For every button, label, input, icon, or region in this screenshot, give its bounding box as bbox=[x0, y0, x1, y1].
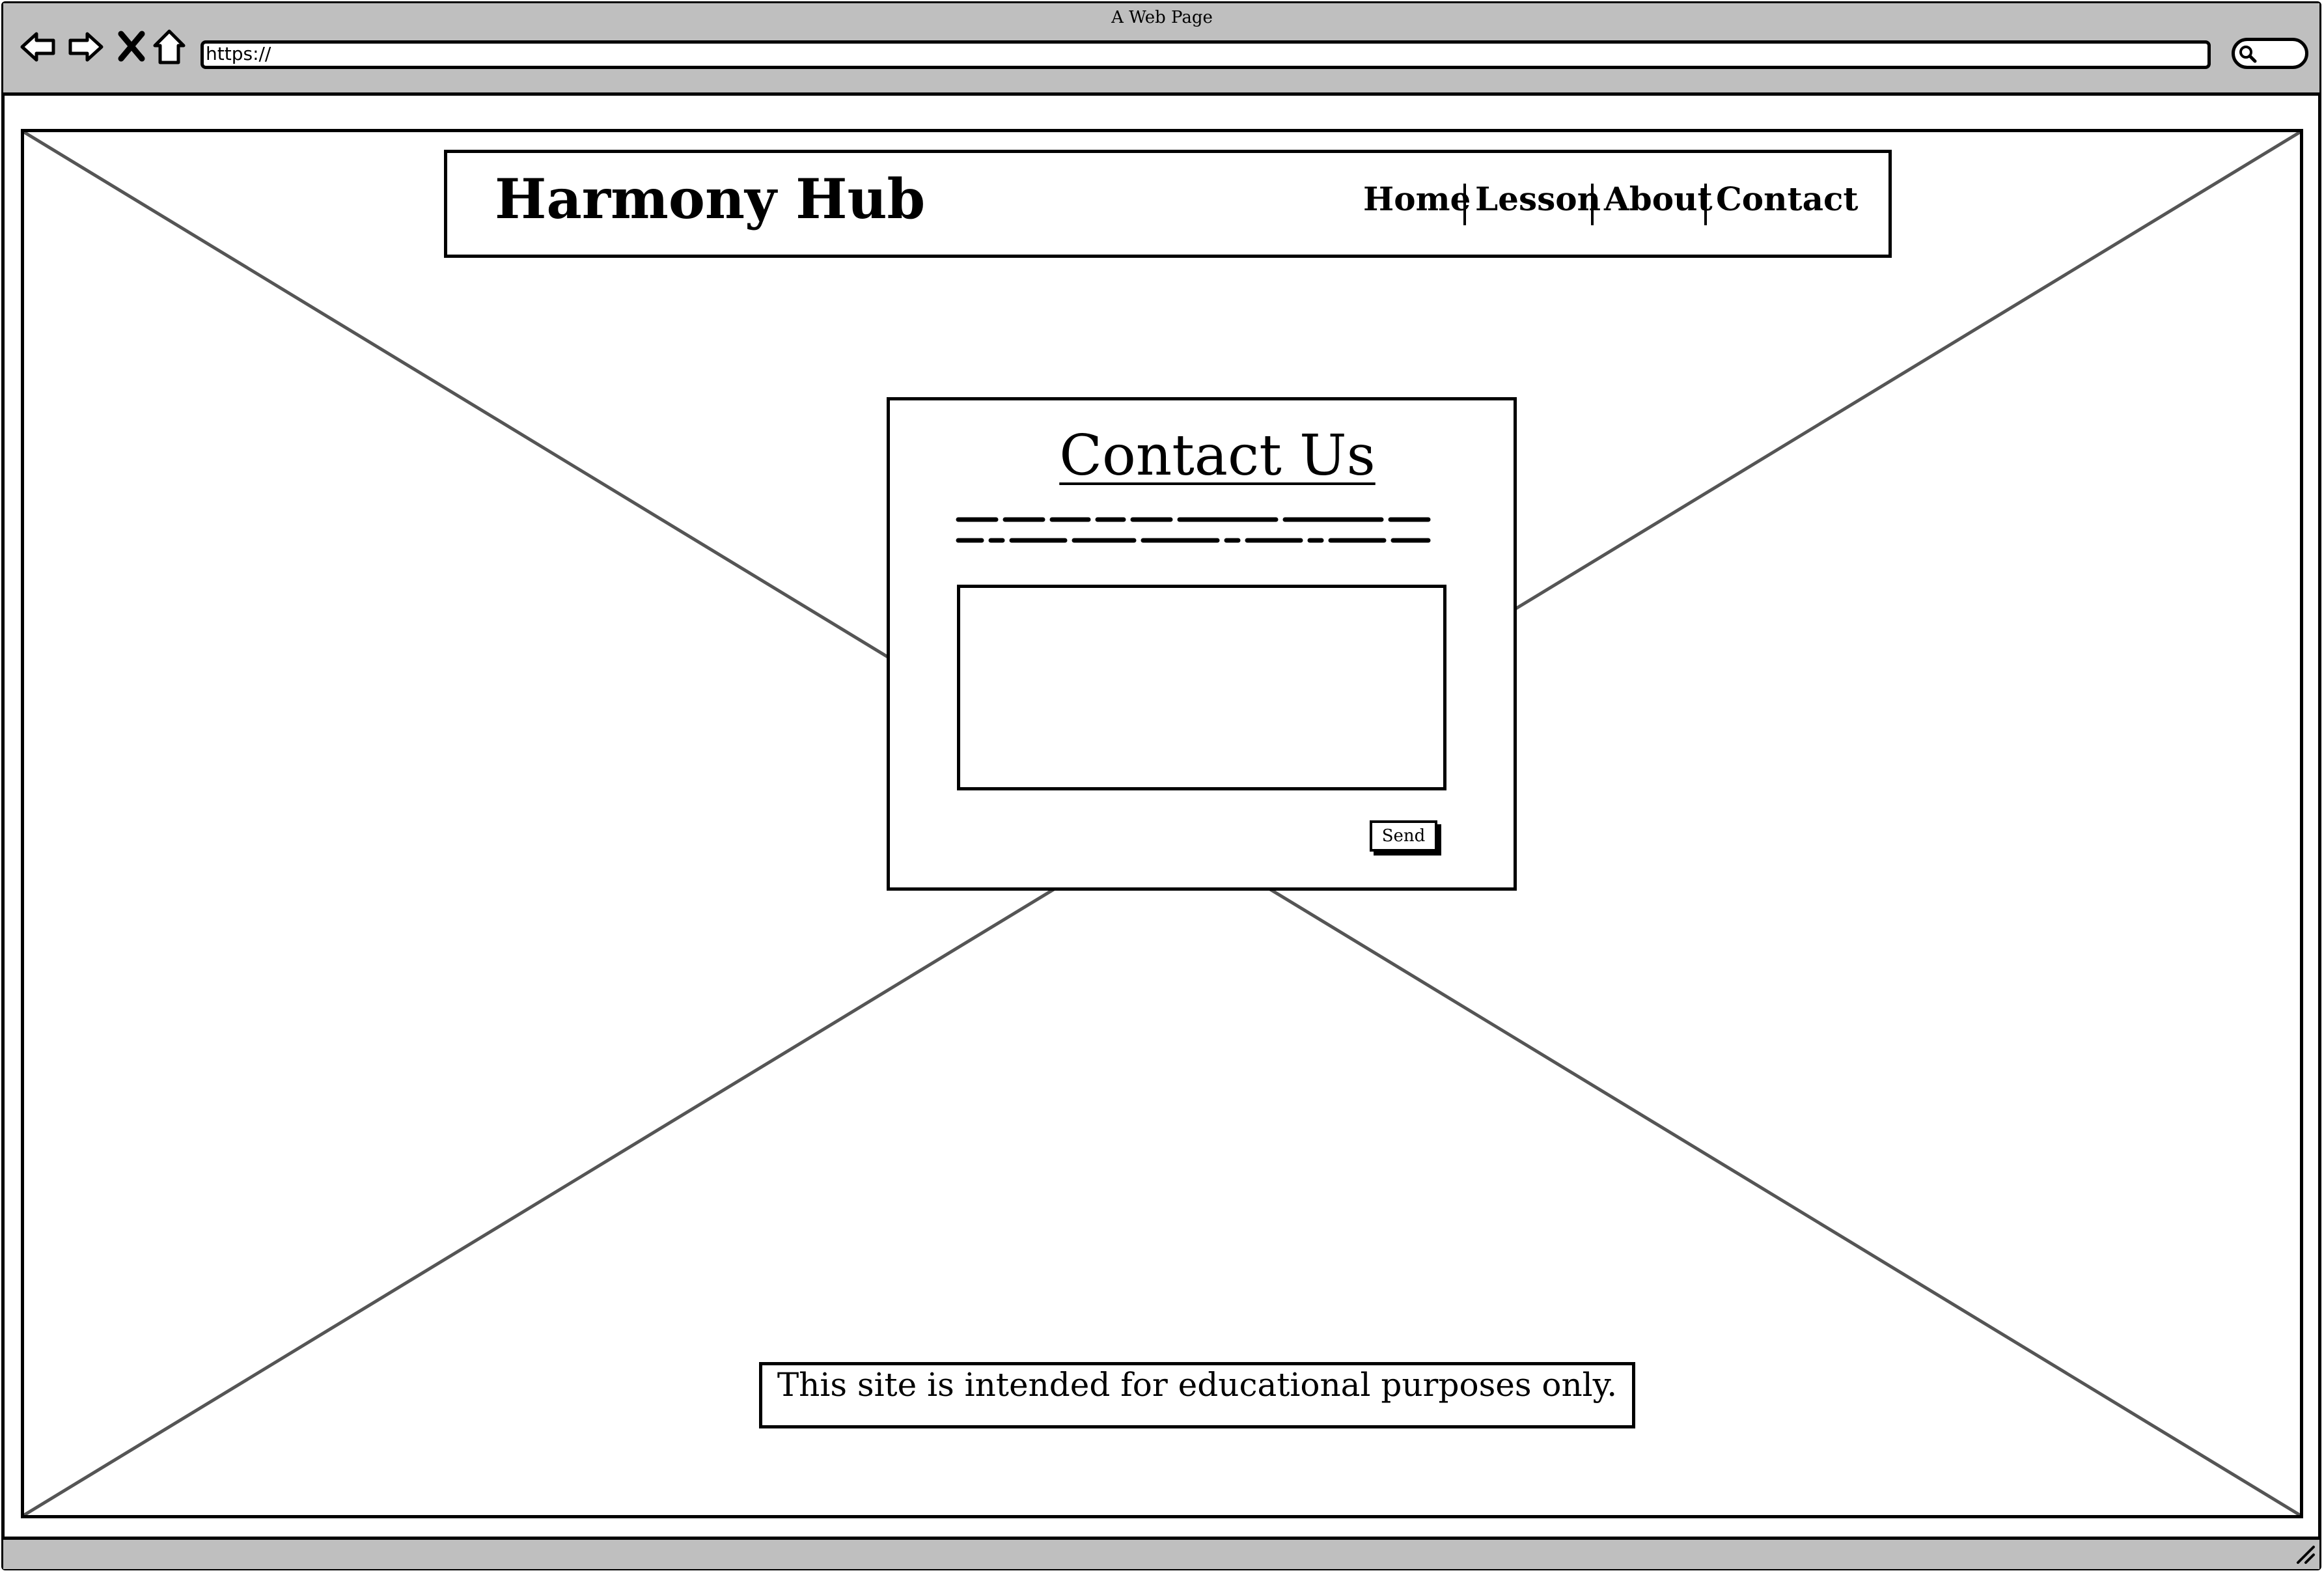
send-button[interactable]: Send bbox=[1370, 820, 1437, 852]
forward-arrow-icon[interactable] bbox=[66, 27, 105, 66]
address-text: https:// bbox=[206, 43, 271, 64]
search-icon bbox=[2239, 46, 2257, 63]
status-bar bbox=[3, 1537, 2319, 1569]
home-icon[interactable] bbox=[150, 27, 189, 66]
nav-divider bbox=[1591, 184, 1594, 225]
footer-text: This site is intended for educational pu… bbox=[777, 1366, 1618, 1404]
nav-link-home[interactable]: Home bbox=[1363, 180, 1471, 218]
close-x-icon[interactable] bbox=[112, 27, 151, 66]
address-bar[interactable] bbox=[201, 40, 2211, 69]
resize-grip-icon[interactable] bbox=[2294, 1543, 2317, 1565]
nav-divider bbox=[1704, 184, 1707, 225]
nav-link-contact[interactable]: Contact bbox=[1716, 180, 1859, 218]
back-arrow-icon[interactable] bbox=[18, 27, 57, 66]
nav-link-lesson[interactable]: Lesson bbox=[1475, 180, 1601, 218]
placeholder-text-scribble bbox=[956, 517, 1431, 543]
nav-divider bbox=[1463, 184, 1466, 225]
nav-link-about[interactable]: About bbox=[1604, 180, 1713, 218]
site-logo-text[interactable]: Harmony Hub bbox=[495, 167, 925, 231]
contact-heading: Contact Us bbox=[1059, 423, 1376, 488]
message-textarea[interactable] bbox=[957, 585, 1446, 790]
window-title: A Web Page bbox=[1111, 8, 1213, 27]
